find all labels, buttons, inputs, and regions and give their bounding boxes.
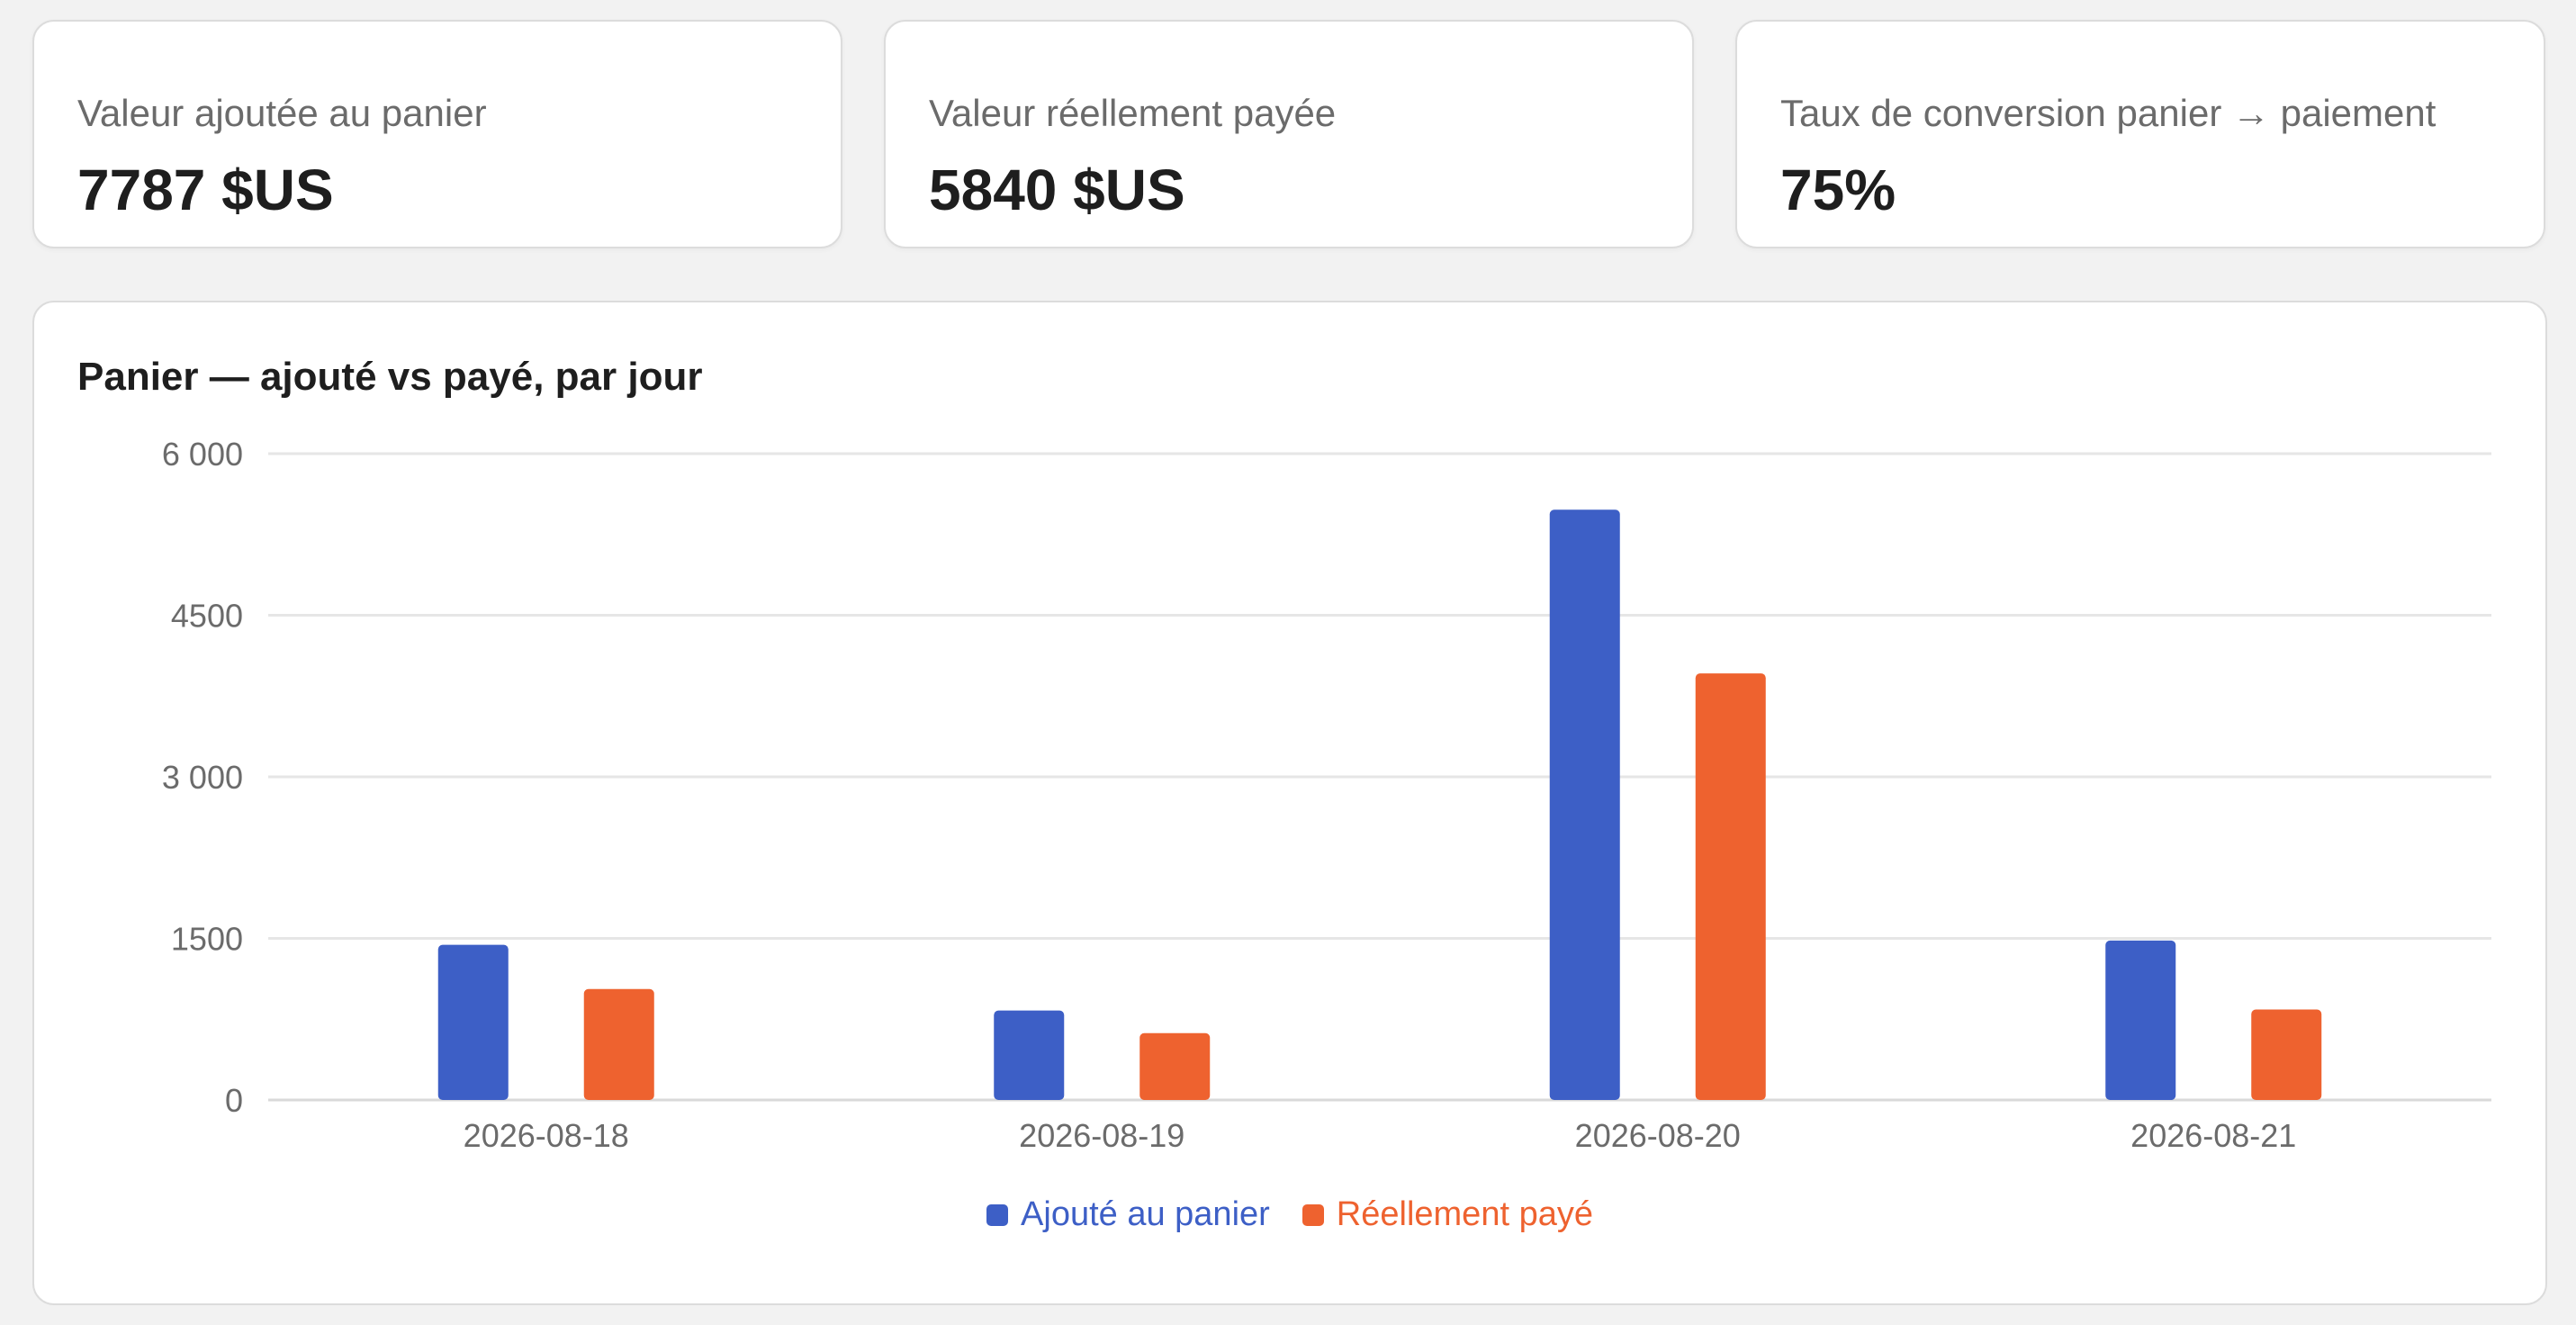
chart-legend: Ajouté au panier Réellement payé [34, 1195, 2545, 1234]
kpi-value: 75% [1780, 158, 1896, 222]
bar-added [2105, 940, 2176, 1100]
bar-paid [583, 988, 654, 1100]
y-tick-label: 4500 [171, 598, 243, 635]
y-tick-label: 6 000 [162, 436, 243, 473]
legend-item-paid[interactable]: Réellement payé [1302, 1195, 1593, 1234]
bar-added [1549, 509, 1620, 1100]
kpi-value: 7787 $US [77, 158, 334, 222]
bar-added [994, 1010, 1065, 1100]
y-tick-label: 1500 [171, 921, 243, 958]
y-tick-label: 3 000 [162, 759, 243, 796]
bar-paid [2251, 1009, 2322, 1100]
kpi-label: Taux de conversion panier → paiement [1780, 92, 2436, 134]
legend-swatch-paid [1302, 1203, 1324, 1226]
y-tick-label: 0 [225, 1082, 243, 1119]
chart-card: Panier — ajouté vs payé, par jour 0 1500 3… [32, 301, 2547, 1305]
legend-swatch-added [986, 1203, 1009, 1226]
kpi-card-added-value: Valeur ajoutée au panier 7787 $US [32, 20, 842, 248]
x-tick-label: 2026-08-21 [2130, 1117, 2296, 1154]
kpi-label: Valeur ajoutée au panier [77, 92, 487, 134]
kpi-label: Valeur réellement payée [929, 92, 1337, 134]
kpi-value: 5840 $US [929, 158, 1185, 222]
legend-label-paid: Réellement payé [1336, 1195, 1593, 1233]
legend-label-added: Ajouté au panier [1021, 1195, 1270, 1233]
x-tick-label: 2026-08-19 [1019, 1117, 1184, 1154]
bar-added [437, 944, 509, 1100]
x-tick-label: 2026-08-20 [1575, 1117, 1741, 1154]
bar-paid [1695, 673, 1766, 1100]
bar-chart: 0 1500 3 000 4500 6 000 2026-08-18 2026-08-19 2… [162, 436, 2491, 1154]
legend-item-added[interactable]: Ajouté au panier [986, 1195, 1270, 1234]
x-tick-label: 2026-08-18 [464, 1117, 629, 1154]
bar-paid [1139, 1032, 1211, 1100]
kpi-card-conversion-rate: Taux de conversion panier → paiement 75% [1735, 20, 2545, 248]
kpi-card-paid-value: Valeur réellement payée 5840 $US [884, 20, 1694, 248]
